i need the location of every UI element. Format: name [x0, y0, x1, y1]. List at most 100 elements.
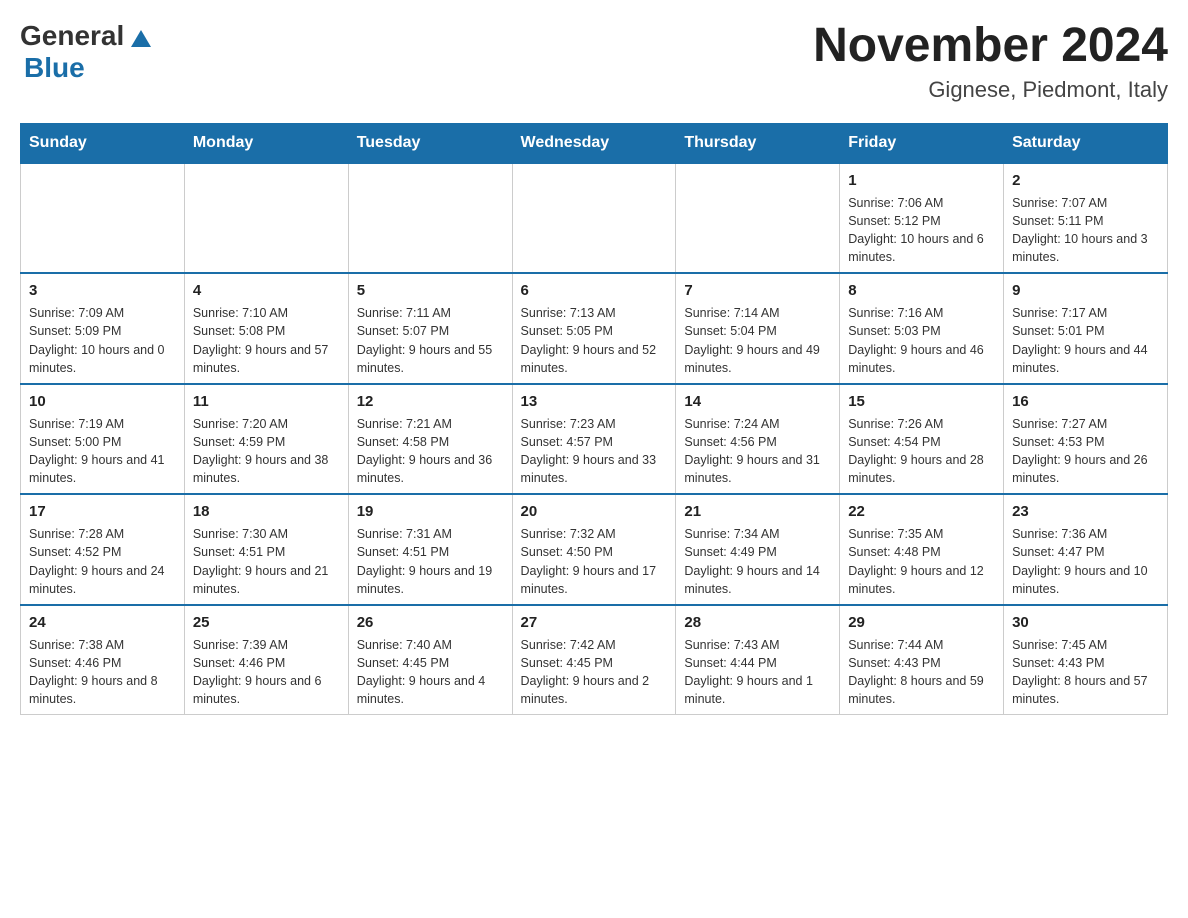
weekday-header-tuesday: Tuesday: [348, 123, 512, 163]
logo: General Blue: [20, 20, 156, 84]
day-cell: 30 Sunrise: 7:45 AMSunset: 4:43 PMDayligh…: [1004, 605, 1168, 715]
day-cell: 16 Sunrise: 7:27 AMSunset: 4:53 PMDayligh…: [1004, 384, 1168, 495]
day-number: 2: [1012, 170, 1159, 191]
day-info: Sunrise: 7:19 AMSunset: 5:00 PMDaylight:…: [29, 415, 176, 488]
day-cell: 27 Sunrise: 7:42 AMSunset: 4:45 PMDayligh…: [512, 605, 676, 715]
week-row-4: 17 Sunrise: 7:28 AMSunset: 4:52 PMDayligh…: [21, 494, 1168, 605]
day-info: Sunrise: 7:27 AMSunset: 4:53 PMDaylight:…: [1012, 415, 1159, 488]
day-info: Sunrise: 7:38 AMSunset: 4:46 PMDaylight:…: [29, 636, 176, 709]
day-info: Sunrise: 7:44 AMSunset: 4:43 PMDaylight:…: [848, 636, 995, 709]
day-cell: 19 Sunrise: 7:31 AMSunset: 4:51 PMDayligh…: [348, 494, 512, 605]
day-number: 10: [29, 391, 176, 412]
day-number: 14: [684, 391, 831, 412]
weekday-header-saturday: Saturday: [1004, 123, 1168, 163]
day-number: 8: [848, 280, 995, 301]
day-cell: 13Sunrise: 7:23 AMSunset: 4:57 PMDayligh…: [512, 384, 676, 495]
day-cell: 7Sunrise: 7:14 AMSunset: 5:04 PMDaylight…: [676, 273, 840, 384]
day-cell: 9 Sunrise: 7:17 AMSunset: 5:01 PMDaylight…: [1004, 273, 1168, 384]
calendar-header-row: SundayMondayTuesdayWednesdayThursdayFrid…: [21, 123, 1168, 163]
week-row-3: 10 Sunrise: 7:19 AMSunset: 5:00 PMDayligh…: [21, 384, 1168, 495]
day-cell: 23Sunrise: 7:36 AMSunset: 4:47 PMDayligh…: [1004, 494, 1168, 605]
day-number: 29: [848, 612, 995, 633]
day-number: 27: [521, 612, 668, 633]
weekday-header-friday: Friday: [840, 123, 1004, 163]
calendar-subtitle: Gignese, Piedmont, Italy: [813, 77, 1168, 103]
calendar-table: SundayMondayTuesdayWednesdayThursdayFrid…: [20, 123, 1168, 716]
day-info: Sunrise: 7:06 AMSunset: 5:12 PMDaylight:…: [848, 194, 995, 267]
day-number: 25: [193, 612, 340, 633]
day-number: 16: [1012, 391, 1159, 412]
day-cell: [184, 163, 348, 274]
logo-general-text: General: [20, 20, 124, 52]
day-cell: 11Sunrise: 7:20 AMSunset: 4:59 PMDayligh…: [184, 384, 348, 495]
day-info: Sunrise: 7:26 AMSunset: 4:54 PMDaylight:…: [848, 415, 995, 488]
day-cell: 8Sunrise: 7:16 AMSunset: 5:03 PMDaylight…: [840, 273, 1004, 384]
day-number: 22: [848, 501, 995, 522]
day-info: Sunrise: 7:35 AMSunset: 4:48 PMDaylight:…: [848, 525, 995, 598]
day-number: 19: [357, 501, 504, 522]
day-cell: 10 Sunrise: 7:19 AMSunset: 5:00 PMDayligh…: [21, 384, 185, 495]
weekday-header-sunday: Sunday: [21, 123, 185, 163]
day-cell: 2 Sunrise: 7:07 AMSunset: 5:11 PMDaylight…: [1004, 163, 1168, 274]
day-info: Sunrise: 7:23 AMSunset: 4:57 PMDaylight:…: [521, 415, 668, 488]
day-number: 15: [848, 391, 995, 412]
day-info: Sunrise: 7:09 AMSunset: 5:09 PMDaylight:…: [29, 304, 176, 377]
weekday-header-wednesday: Wednesday: [512, 123, 676, 163]
day-cell: 1 Sunrise: 7:06 AMSunset: 5:12 PMDaylight…: [840, 163, 1004, 274]
day-cell: 18 Sunrise: 7:30 AMSunset: 4:51 PMDayligh…: [184, 494, 348, 605]
day-cell: 3 Sunrise: 7:09 AMSunset: 5:09 PMDaylight…: [21, 273, 185, 384]
day-info: Sunrise: 7:11 AMSunset: 5:07 PMDaylight:…: [357, 304, 504, 377]
day-number: 17: [29, 501, 176, 522]
day-cell: [676, 163, 840, 274]
day-number: 7: [684, 280, 831, 301]
day-cell: 4 Sunrise: 7:10 AMSunset: 5:08 PMDaylight…: [184, 273, 348, 384]
day-number: 11: [193, 391, 340, 412]
day-number: 18: [193, 501, 340, 522]
day-info: Sunrise: 7:30 AMSunset: 4:51 PMDaylight:…: [193, 525, 340, 598]
day-number: 21: [684, 501, 831, 522]
logo-triangle-icon: [126, 22, 156, 52]
calendar-title-area: November 2024 Gignese, Piedmont, Italy: [813, 20, 1168, 103]
day-cell: 25 Sunrise: 7:39 AMSunset: 4:46 PMDayligh…: [184, 605, 348, 715]
day-cell: 6 Sunrise: 7:13 AMSunset: 5:05 PMDaylight…: [512, 273, 676, 384]
day-cell: [21, 163, 185, 274]
page-header: General Blue November 2024 Gignese, Pied…: [20, 20, 1168, 103]
day-number: 5: [357, 280, 504, 301]
day-info: Sunrise: 7:13 AMSunset: 5:05 PMDaylight:…: [521, 304, 668, 377]
day-cell: 17 Sunrise: 7:28 AMSunset: 4:52 PMDayligh…: [21, 494, 185, 605]
day-info: Sunrise: 7:39 AMSunset: 4:46 PMDaylight:…: [193, 636, 340, 709]
day-info: Sunrise: 7:42 AMSunset: 4:45 PMDaylight:…: [521, 636, 668, 709]
day-number: 3: [29, 280, 176, 301]
day-info: Sunrise: 7:31 AMSunset: 4:51 PMDaylight:…: [357, 525, 504, 598]
day-number: 30: [1012, 612, 1159, 633]
week-row-5: 24 Sunrise: 7:38 AMSunset: 4:46 PMDayligh…: [21, 605, 1168, 715]
day-info: Sunrise: 7:07 AMSunset: 5:11 PMDaylight:…: [1012, 194, 1159, 267]
weekday-header-thursday: Thursday: [676, 123, 840, 163]
day-info: Sunrise: 7:45 AMSunset: 4:43 PMDaylight:…: [1012, 636, 1159, 709]
day-cell: 29 Sunrise: 7:44 AMSunset: 4:43 PMDayligh…: [840, 605, 1004, 715]
day-info: Sunrise: 7:36 AMSunset: 4:47 PMDaylight:…: [1012, 525, 1159, 598]
day-info: Sunrise: 7:17 AMSunset: 5:01 PMDaylight:…: [1012, 304, 1159, 377]
day-info: Sunrise: 7:24 AMSunset: 4:56 PMDaylight:…: [684, 415, 831, 488]
day-cell: 15 Sunrise: 7:26 AMSunset: 4:54 PMDayligh…: [840, 384, 1004, 495]
day-number: 26: [357, 612, 504, 633]
day-cell: 21 Sunrise: 7:34 AMSunset: 4:49 PMDayligh…: [676, 494, 840, 605]
calendar-title: November 2024: [813, 20, 1168, 73]
day-info: Sunrise: 7:34 AMSunset: 4:49 PMDaylight:…: [684, 525, 831, 598]
day-number: 9: [1012, 280, 1159, 301]
day-info: Sunrise: 7:40 AMSunset: 4:45 PMDaylight:…: [357, 636, 504, 709]
logo-blue-text: Blue: [24, 52, 85, 83]
day-number: 4: [193, 280, 340, 301]
day-number: 6: [521, 280, 668, 301]
day-number: 12: [357, 391, 504, 412]
day-info: Sunrise: 7:28 AMSunset: 4:52 PMDaylight:…: [29, 525, 176, 598]
day-number: 1: [848, 170, 995, 191]
day-cell: 26 Sunrise: 7:40 AMSunset: 4:45 PMDayligh…: [348, 605, 512, 715]
day-number: 20: [521, 501, 668, 522]
week-row-1: 1 Sunrise: 7:06 AMSunset: 5:12 PMDaylight…: [21, 163, 1168, 274]
day-number: 24: [29, 612, 176, 633]
week-row-2: 3 Sunrise: 7:09 AMSunset: 5:09 PMDaylight…: [21, 273, 1168, 384]
day-cell: 14 Sunrise: 7:24 AMSunset: 4:56 PMDayligh…: [676, 384, 840, 495]
day-cell: 5 Sunrise: 7:11 AMSunset: 5:07 PMDaylight…: [348, 273, 512, 384]
day-info: Sunrise: 7:10 AMSunset: 5:08 PMDaylight:…: [193, 304, 340, 377]
